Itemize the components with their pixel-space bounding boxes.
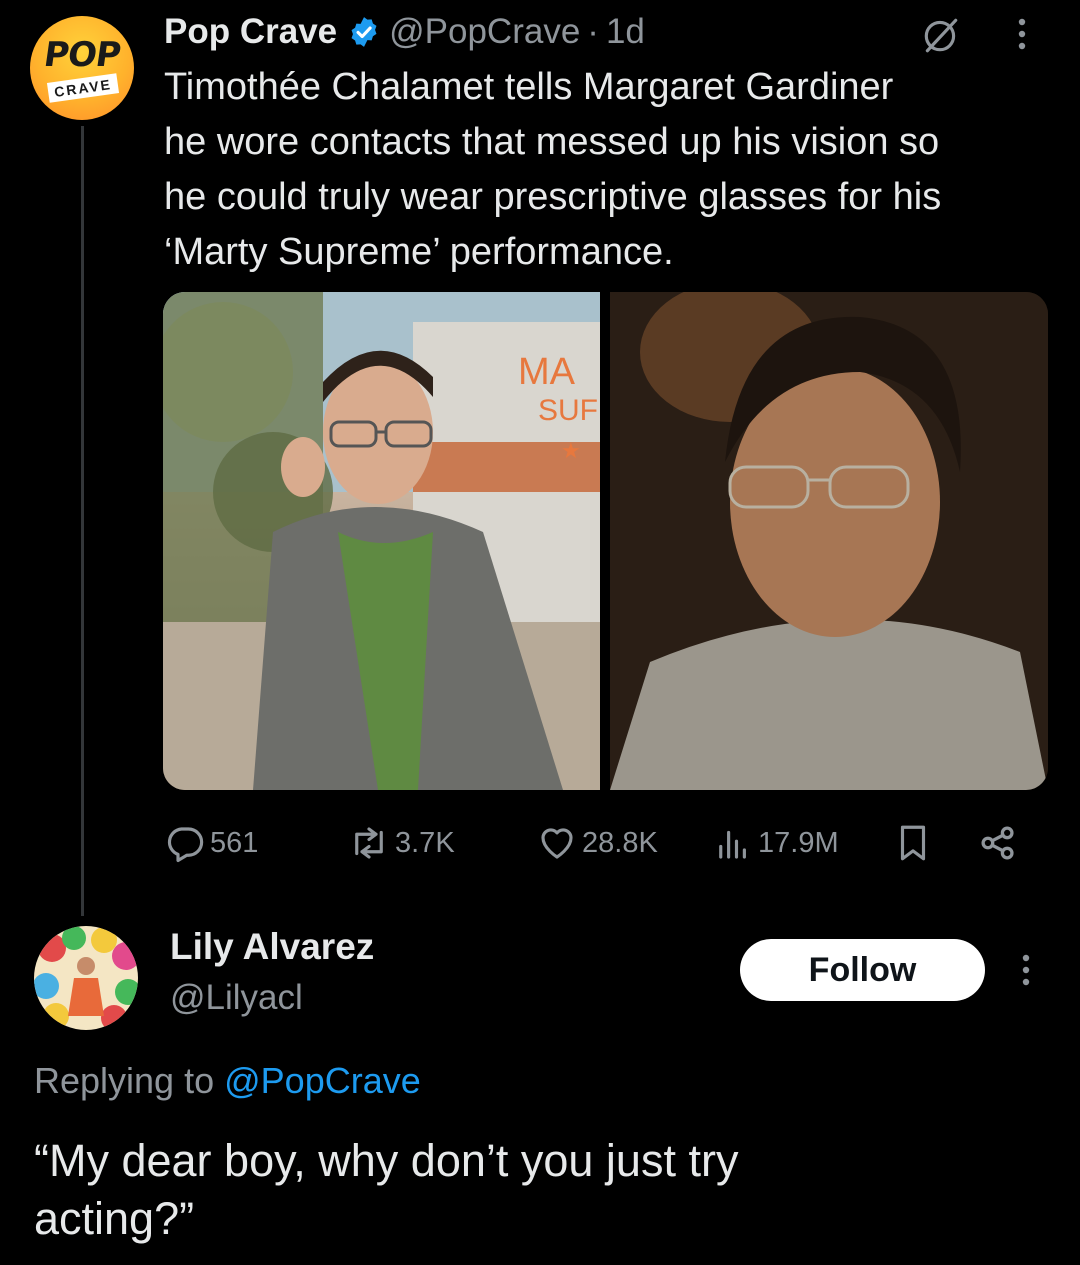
view-count: 17.9M <box>758 826 839 859</box>
follow-button[interactable]: Follow <box>740 939 985 1001</box>
pop-crave-avatar[interactable]: POP CRAVE <box>30 16 134 120</box>
tweet-timestamp[interactable]: 1d <box>606 12 645 52</box>
bookmark-action[interactable] <box>892 818 938 868</box>
views-action[interactable]: 17.9M <box>712 818 839 868</box>
share-action[interactable] <box>976 818 1024 868</box>
like-action[interactable]: 28.8K <box>536 818 658 868</box>
tweet-action-bar: 561 3.7K 28.8K 17.9M <box>164 818 1044 868</box>
reply-text: “My dear boy, why don’t you just try act… <box>34 1132 1034 1248</box>
grok-icon[interactable] <box>920 14 962 56</box>
more-options-icon[interactable] <box>1010 14 1034 54</box>
repost-count: 3.7K <box>395 826 455 859</box>
share-icon <box>981 826 1014 860</box>
replying-to-prefix: Replying to <box>34 1060 225 1101</box>
sign-text-ma: MA <box>518 351 576 393</box>
bookmark-icon <box>900 825 926 861</box>
interview-photo-illustration: MA SUF ★ <box>163 292 600 790</box>
avatar-logo-bottom: CRAVE <box>46 73 120 103</box>
sign-text-sup: SUF <box>538 394 598 427</box>
separator-dot: · <box>587 12 599 51</box>
reply-author-handle[interactable]: @Lilyacl <box>170 978 303 1018</box>
author-name[interactable]: Pop Crave <box>164 12 337 52</box>
media-photo-interview[interactable]: MA SUF ★ <box>163 292 600 790</box>
reply-action[interactable]: 561 <box>164 818 258 868</box>
reply-author-name[interactable]: Lily Alvarez <box>170 926 374 968</box>
repost-icon <box>355 827 383 859</box>
replying-to-link[interactable]: @PopCrave <box>224 1060 421 1101</box>
reply-text-content: “My dear boy, why don’t you just try act… <box>34 1135 739 1244</box>
media-photo-film-still[interactable] <box>610 292 1048 790</box>
avatar-logo-top: POP <box>41 35 123 75</box>
author-handle[interactable]: @PopCrave <box>389 12 580 52</box>
repost-action[interactable]: 3.7K <box>347 818 455 868</box>
like-count: 28.8K <box>582 826 658 859</box>
thread-connector-line <box>81 126 84 916</box>
replying-to-line: Replying to @PopCrave <box>34 1060 421 1102</box>
reply-more-options-icon[interactable] <box>1014 950 1038 990</box>
reply-icon <box>167 827 204 863</box>
tweet-header: Pop Crave @PopCrave · 1d <box>164 8 645 56</box>
film-still-illustration <box>610 292 1048 790</box>
views-icon <box>719 830 746 859</box>
sign-star-icon: ★ <box>561 439 581 464</box>
balloons-avatar-illustration <box>34 926 138 1030</box>
reply-count: 561 <box>210 826 259 859</box>
tweet-text: Timothée Chalamet tells Margaret Gardine… <box>164 66 942 273</box>
heart-icon <box>541 828 573 859</box>
lily-alvarez-avatar[interactable] <box>34 926 138 1030</box>
tweet-media[interactable]: MA SUF ★ <box>163 292 1048 790</box>
verified-badge-icon <box>351 17 377 47</box>
